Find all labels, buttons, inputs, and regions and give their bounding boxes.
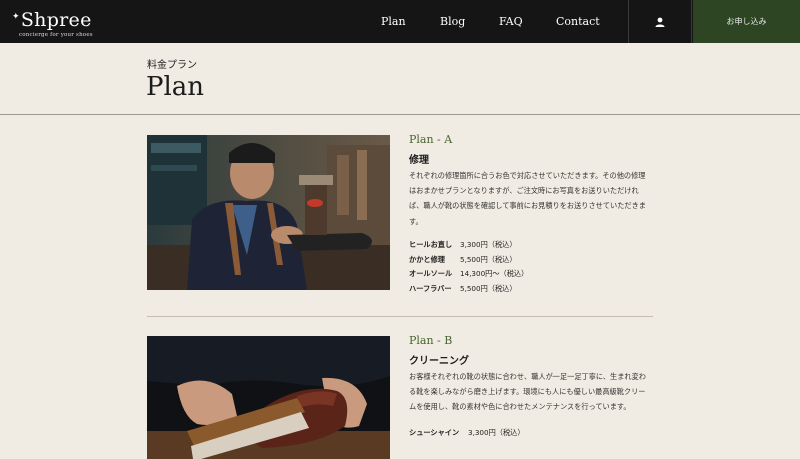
apply-button[interactable]: お申し込み <box>693 0 800 43</box>
nav-blog[interactable]: Blog <box>440 0 465 43</box>
price-row: オールソール 14,300円〜（税込） <box>409 269 528 279</box>
logo-text: Shpree <box>20 9 92 31</box>
price-value: 5,500円（税込） <box>460 284 517 293</box>
plan-a-photo <box>147 135 390 290</box>
logo-tagline: concierge for your shoes <box>19 32 93 38</box>
price-item-name: かかと修理 <box>409 255 445 264</box>
price-row: かかと修理 5,500円（税込） <box>409 255 517 265</box>
plan-a-kind: 修理 <box>409 155 429 166</box>
site-header: ✦Shpree concierge for your shoes Plan Bl… <box>0 0 800 43</box>
plan-b-photo <box>147 336 390 459</box>
price-item-name: ヒールお直し <box>409 240 453 249</box>
plan-b-kind: クリーニング <box>409 356 469 367</box>
account-button[interactable] <box>628 0 692 43</box>
logo-sparkle-icon: ✦ <box>12 12 20 22</box>
plan-a-desc-line: ば、職人が靴の状態を確認して事前にお見積りをお送りさせていただきま <box>409 201 646 211</box>
nav-contact[interactable]: Contact <box>556 0 600 43</box>
price-value: 14,300円〜（税込） <box>460 269 529 278</box>
price-row: ヒールお直し 3,300円（税込） <box>409 240 517 250</box>
price-row: ハーフラバー 5,500円（税込） <box>409 284 517 294</box>
plan-b-description: お客様それぞれの靴の状態に合わせ、職人が一足一足丁寧に、生まれ変わ る靴を楽しみ… <box>409 369 655 415</box>
price-item-name: ハーフラバー <box>409 284 452 293</box>
plan-b-desc-line: る靴を楽しみながら磨き上げます。環境にも人にも優しい最高級靴クリー <box>409 387 646 397</box>
page-title: Plan <box>146 72 205 102</box>
divider <box>0 114 800 115</box>
price-row: シューシャイン 3,300円（税込） <box>409 428 525 438</box>
plan-b-desc-line: お客様それぞれの靴の状態に合わせ、職人が一足一足丁寧に、生まれ変わ <box>409 372 646 381</box>
plan-a-description: それぞれの修理箇所に合うお色で対応させていただきます。その他の修理 はおまかせプ… <box>409 168 655 229</box>
price-value: 3,300円（税込） <box>460 240 517 249</box>
plan-b-name: Plan - B <box>409 334 453 347</box>
price-value: 5,500円（税込） <box>460 255 517 264</box>
user-icon <box>655 17 665 27</box>
plan-a-desc-line: す。 <box>409 216 423 226</box>
divider <box>147 316 653 317</box>
page-subtitle: 料金プラン <box>147 60 197 71</box>
plan-a-name: Plan - A <box>409 133 453 146</box>
price-item-name: オールソール <box>409 269 453 278</box>
nav-plan[interactable]: Plan <box>381 0 406 43</box>
plan-a-desc-line: それぞれの修理箇所に合うお色で対応させていただきます。その他の修理 <box>409 171 646 180</box>
price-item-name: シューシャイン <box>409 428 460 437</box>
nav-faq[interactable]: FAQ <box>499 0 523 43</box>
plan-b-desc-line: ムを使用し、靴の素材や色に合わせたメンテナンスを行っています。 <box>409 402 631 412</box>
price-value: 3,300円（税込） <box>468 428 525 437</box>
plan-a-desc-line: はおまかせプランとなりますが、ご注文時にお写真をお送りいただけれ <box>409 186 639 196</box>
logo[interactable]: ✦Shpree concierge for your shoes <box>12 6 93 39</box>
